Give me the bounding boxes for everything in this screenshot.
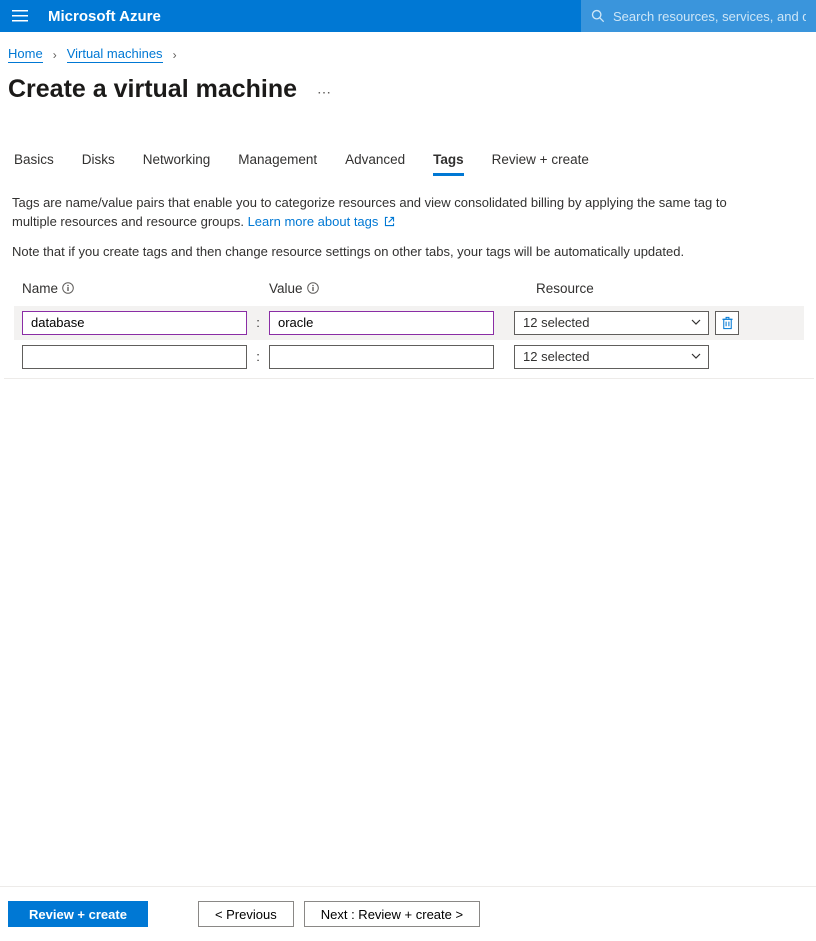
chevron-down-icon bbox=[690, 316, 702, 328]
tab-advanced[interactable]: Advanced bbox=[345, 152, 405, 176]
search-placeholder: Search resources, services, and docs (G+… bbox=[613, 9, 806, 24]
page-title-row: Create a virtual machine ⋯ bbox=[0, 63, 816, 104]
breadcrumb-home[interactable]: Home bbox=[8, 46, 43, 63]
tag-resource-select[interactable]: 12 selected bbox=[514, 311, 709, 335]
topbar: Microsoft Azure Search resources, servic… bbox=[0, 0, 816, 32]
tag-name-input[interactable] bbox=[22, 311, 247, 335]
hamburger-menu-icon[interactable] bbox=[0, 0, 40, 32]
breadcrumb-virtual-machines[interactable]: Virtual machines bbox=[67, 46, 163, 63]
page-title: Create a virtual machine bbox=[8, 75, 297, 104]
tags-table-header: Name Value Resource bbox=[22, 281, 804, 296]
tab-management[interactable]: Management bbox=[238, 152, 317, 176]
previous-button[interactable]: < Previous bbox=[198, 901, 294, 927]
learn-more-tags-link[interactable]: Learn more about tags bbox=[248, 214, 395, 229]
info-icon[interactable] bbox=[62, 282, 74, 294]
tag-value-input[interactable] bbox=[269, 311, 494, 335]
chevron-right-icon: › bbox=[173, 48, 177, 62]
global-search-input[interactable]: Search resources, services, and docs (G+… bbox=[581, 0, 816, 32]
info-icon[interactable] bbox=[307, 282, 319, 294]
next-button[interactable]: Next : Review + create > bbox=[304, 901, 480, 927]
column-header-value: Value bbox=[269, 281, 516, 296]
delete-tag-button[interactable] bbox=[715, 311, 739, 335]
chevron-down-icon bbox=[690, 350, 702, 362]
tags-table: Name Value Resource : 12 selected : bbox=[0, 259, 816, 379]
column-header-name: Name bbox=[22, 281, 269, 296]
table-row: : 12 selected bbox=[14, 306, 804, 340]
tag-name-input[interactable] bbox=[22, 345, 247, 369]
tab-basics[interactable]: Basics bbox=[14, 152, 54, 176]
search-icon bbox=[591, 9, 605, 23]
review-create-button[interactable]: Review + create bbox=[8, 901, 148, 927]
tab-tags[interactable]: Tags bbox=[433, 152, 464, 176]
breadcrumb: Home › Virtual machines › bbox=[0, 32, 816, 63]
colon-separator: : bbox=[247, 315, 269, 330]
wizard-footer: Review + create < Previous Next : Review… bbox=[0, 886, 816, 941]
wizard-tabs: Basics Disks Networking Management Advan… bbox=[0, 104, 816, 176]
tag-value-input[interactable] bbox=[269, 345, 494, 369]
tab-disks[interactable]: Disks bbox=[82, 152, 115, 176]
chevron-right-icon: › bbox=[53, 48, 57, 62]
external-link-icon bbox=[384, 216, 395, 227]
colon-separator: : bbox=[247, 349, 269, 364]
table-row: : 12 selected bbox=[14, 340, 804, 374]
trash-icon bbox=[721, 316, 734, 330]
more-actions-icon[interactable]: ⋯ bbox=[317, 78, 333, 101]
tab-review-create[interactable]: Review + create bbox=[492, 152, 589, 176]
tags-note: Note that if you create tags and then ch… bbox=[0, 232, 816, 259]
divider bbox=[4, 378, 814, 379]
column-header-resource: Resource bbox=[536, 281, 736, 296]
tag-resource-select[interactable]: 12 selected bbox=[514, 345, 709, 369]
tags-description: Tags are name/value pairs that enable yo… bbox=[0, 176, 770, 232]
tab-networking[interactable]: Networking bbox=[143, 152, 211, 176]
brand-label[interactable]: Microsoft Azure bbox=[40, 8, 161, 25]
